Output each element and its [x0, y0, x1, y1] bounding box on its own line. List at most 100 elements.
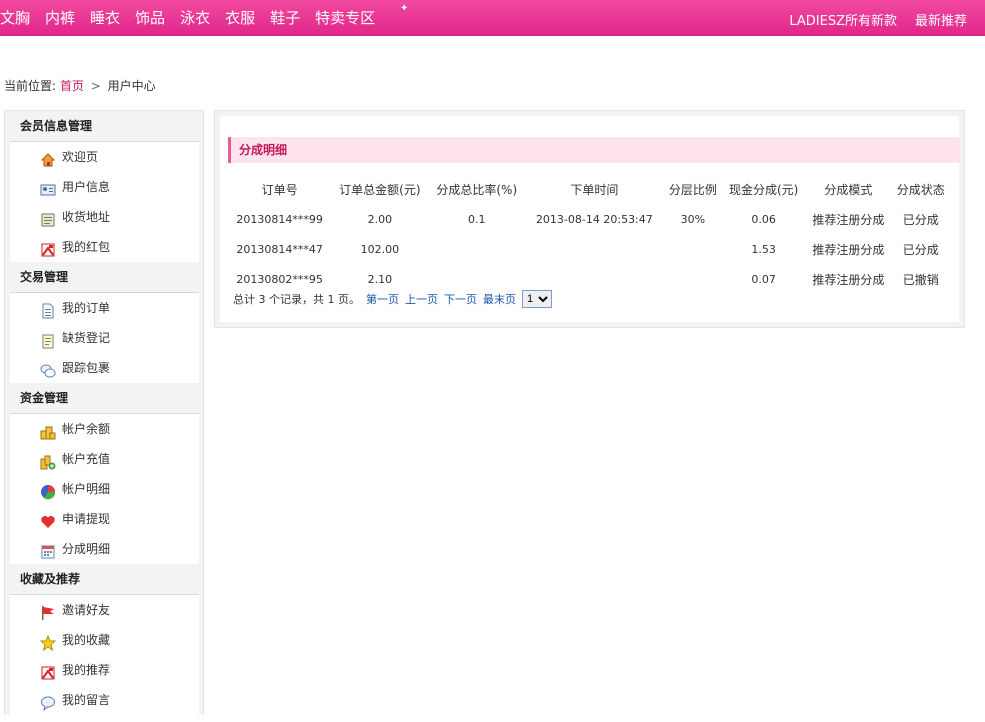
cell-tier-ratio	[664, 234, 722, 264]
col-commission-mode: 分成模式	[824, 182, 873, 197]
category-nav: 文胸 内裤 睡衣 饰品 泳衣 衣服 鞋子 特卖专区	[0, 8, 390, 28]
sparkle-icon: ✦	[400, 3, 409, 14]
sidebar-item-tracking[interactable]: 跟踪包裹	[10, 353, 199, 383]
sidebar-item-label: 用户信息	[62, 180, 111, 194]
sidebar-item-label: 我的订单	[62, 301, 111, 315]
flag-icon	[40, 602, 56, 620]
cell-cash-commission: 1.53	[751, 242, 776, 256]
col-tier-ratio: 分层比例	[668, 182, 717, 197]
calendar-icon	[40, 541, 56, 559]
table-header-row: 订单号 订单总金额(元) 分成总比率(%) 下单时间 分层比例 现金分成(元) …	[228, 174, 950, 204]
cell-order-no: 20130814***99	[236, 212, 323, 226]
sidebar-item-label: 帐户明细	[62, 482, 111, 496]
sidebar-item-favorites[interactable]: 我的收藏	[10, 625, 199, 655]
sidebar-item-stockout[interactable]: 缺货登记	[10, 323, 199, 353]
cell-commission-status: 已分成	[902, 242, 939, 257]
pager-next-link[interactable]: 下一页	[444, 291, 477, 307]
heart-icon	[40, 511, 56, 528]
sidebar-item-label: 我的收藏	[62, 633, 111, 647]
sidebar-item-withdraw[interactable]: 申请提现	[10, 504, 199, 534]
sidebar-group-items: 我的订单 缺货登记 跟踪包裹	[10, 293, 199, 383]
sidebar-item-label: 收货地址	[62, 210, 111, 224]
sidebar-item-address[interactable]: 收货地址	[10, 202, 199, 232]
sidebar-item-user-info[interactable]: 用户信息	[10, 172, 199, 202]
nav-cat-pajamas[interactable]: 睡衣	[90, 8, 120, 28]
cell-cash-commission: 0.06	[751, 212, 776, 226]
nav-new-arrivals-link[interactable]: LADIESZ所有新款	[789, 10, 897, 29]
cell-commission-mode: 推荐注册分成	[812, 242, 885, 257]
nav-cat-bra[interactable]: 文胸	[0, 8, 30, 28]
sidebar-item-label: 我的红包	[62, 240, 111, 254]
speech-bubble-icon	[40, 692, 56, 712]
cell-order-total: 102.00	[360, 242, 400, 256]
col-order-total: 订单总金额(元)	[339, 182, 421, 197]
nav-cat-underwear[interactable]: 内裤	[45, 8, 75, 28]
sidebar-item-label: 申请提现	[62, 512, 111, 526]
cell-order-time: 2013-08-14 20:53:47	[535, 212, 653, 226]
table-row: 20130814***99 2.00 0.1 2013-08-14 20:53:…	[228, 204, 950, 234]
nav-right-links: LADIESZ所有新款 最新推荐	[771, 10, 967, 29]
nav-cat-accessories[interactable]: 饰品	[135, 8, 165, 28]
top-nav: 文胸 内裤 睡衣 饰品 泳衣 衣服 鞋子 特卖专区 ✦ LADIESZ所有新款 …	[0, 0, 985, 36]
sidebar-item-balance[interactable]: 帐户余额	[10, 414, 199, 444]
sidebar-item-statement[interactable]: 帐户明细	[10, 474, 199, 504]
sidebar-item-invite[interactable]: 邀请好友	[10, 595, 199, 625]
sidebar-item-label: 分成明细	[62, 542, 111, 556]
cell-commission-mode: 推荐注册分成	[812, 272, 885, 287]
sidebar-group-title: 会员信息管理	[10, 111, 199, 142]
page-select[interactable]: 1	[521, 290, 552, 308]
nav-cat-swimwear[interactable]: 泳衣	[180, 8, 210, 28]
cell-commission-status: 已撤销	[902, 272, 939, 287]
sidebar-item-label: 帐户余额	[62, 422, 111, 436]
nav-recommended-link[interactable]: 最新推荐	[915, 10, 967, 29]
red-envelope-icon	[40, 239, 56, 257]
nav-cat-sale[interactable]: 特卖专区	[315, 8, 375, 28]
commission-table: 订单号 订单总金额(元) 分成总比率(%) 下单时间 分层比例 现金分成(元) …	[228, 174, 950, 294]
house-icon	[40, 149, 56, 167]
star-icon	[39, 632, 57, 652]
sidebar-item-recharge[interactable]: 帐户充值	[10, 444, 199, 474]
col-total-rate: 分成总比率(%)	[436, 182, 518, 197]
sidebar-item-label: 我的推荐	[62, 663, 111, 677]
breadcrumb: 当前位置: 首页 > 用户中心	[4, 77, 156, 94]
panel-title: 分成明细	[228, 137, 960, 163]
cell-tier-ratio: 30%	[680, 212, 706, 226]
breadcrumb-home-link[interactable]: 首页	[60, 79, 84, 93]
breadcrumb-prefix: 当前位置:	[4, 79, 57, 93]
red-envelope-icon	[40, 662, 56, 680]
pager-summary: 总计 3 个记录，共 1 页。	[233, 293, 360, 306]
commission-panel: 分成明细 订单号 订单总金额(元) 分成总比率(%) 下单时间 分层比例 现金分…	[214, 110, 965, 328]
pager: 总计 3 个记录，共 1 页。 第一页 上一页 下一页 最末页 1	[233, 290, 552, 308]
sidebar-item-orders[interactable]: 我的订单	[10, 293, 199, 323]
sidebar-item-welcome[interactable]: 欢迎页	[10, 142, 199, 172]
sidebar-item-messages[interactable]: 我的留言	[10, 685, 199, 715]
col-commission-status: 分成状态	[896, 182, 945, 197]
cell-tier-ratio	[664, 264, 722, 294]
pager-prev-link[interactable]: 上一页	[405, 291, 438, 307]
sidebar-item-commission[interactable]: 分成明细	[10, 534, 199, 564]
panel-body: 分成明细 订单号 订单总金额(元) 分成总比率(%) 下单时间 分层比例 现金分…	[220, 116, 960, 322]
nav-cat-clothes[interactable]: 衣服	[225, 8, 255, 28]
sidebar: 会员信息管理 欢迎页 用户信息 收货地址 我的红包 交易管理 我的订单 缺货登记	[4, 110, 204, 715]
note-icon	[40, 330, 56, 349]
col-order-no: 订单号	[261, 182, 298, 197]
sidebar-item-label: 我的留言	[62, 693, 111, 707]
cell-total-rate	[428, 234, 525, 264]
document-icon	[40, 300, 56, 319]
pager-last-link[interactable]: 最末页	[483, 291, 516, 307]
sidebar-item-red-envelope[interactable]: 我的红包	[10, 232, 199, 262]
sidebar-group-title: 收藏及推荐	[10, 564, 199, 595]
nav-cat-shoes[interactable]: 鞋子	[270, 8, 300, 28]
breadcrumb-separator: >	[90, 79, 101, 93]
sidebar-item-label: 邀请好友	[62, 603, 111, 617]
id-card-icon	[40, 179, 56, 196]
pager-first-link[interactable]: 第一页	[366, 291, 399, 307]
sidebar-item-label: 缺货登记	[62, 331, 111, 345]
cell-total-rate: 0.1	[468, 212, 486, 226]
col-cash-commission: 现金分成(元)	[728, 182, 799, 197]
sidebar-item-recommendations[interactable]: 我的推荐	[10, 655, 199, 685]
coins-add-icon	[40, 451, 56, 470]
cell-order-no: 20130814***47	[236, 242, 323, 256]
sidebar-group-items: 欢迎页 用户信息 收货地址 我的红包	[10, 142, 199, 262]
breadcrumb-current: 用户中心	[107, 79, 156, 93]
